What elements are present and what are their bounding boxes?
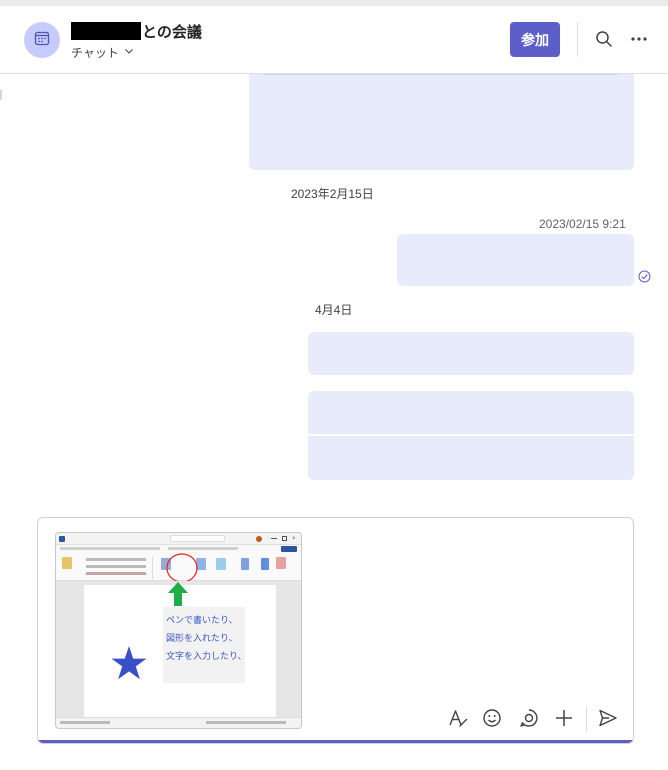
- chat-messages: 2023年2月15日 2023/02/15 9:21 4月4日: [0, 74, 668, 514]
- toolbar-divider: [586, 706, 587, 732]
- search-icon[interactable]: [593, 28, 615, 50]
- calendar-icon: [34, 30, 50, 51]
- meeting-avatar[interactable]: [24, 22, 60, 58]
- meeting-chat-header: との会議 チャット 参加: [0, 6, 668, 74]
- message-bubble[interactable]: [249, 74, 634, 170]
- read-receipt-icon: [638, 270, 651, 288]
- meeting-title-block: との会議 チャット: [71, 20, 202, 60]
- chat-tab-dropdown[interactable]: チャット: [71, 44, 202, 60]
- meeting-title: との会議: [142, 23, 202, 41]
- word-ribbon: [56, 553, 301, 583]
- send-icon[interactable]: [596, 706, 620, 730]
- date-separator: 2023年2月15日: [291, 187, 374, 201]
- message-bubble[interactable]: [308, 391, 634, 434]
- join-button[interactable]: 参加: [510, 22, 560, 57]
- callout-line: ペンで書いたり、: [166, 616, 238, 626]
- message-timestamp: 2023/02/15 9:21: [539, 217, 626, 231]
- composer-focus-bar: [38, 740, 633, 743]
- chat-tab-label: チャット: [71, 45, 119, 60]
- callout-line: 文字を入力したり、: [166, 652, 247, 662]
- date-separator: 4月4日: [315, 303, 353, 317]
- header-divider: [577, 22, 578, 57]
- callout-line: 図形を入れたり、: [166, 634, 238, 644]
- add-icon[interactable]: [552, 706, 576, 730]
- format-icon[interactable]: [446, 706, 470, 730]
- message-divider: [263, 74, 618, 75]
- emoji-icon[interactable]: [480, 706, 504, 730]
- more-icon[interactable]: [628, 28, 650, 50]
- redacted-name: [71, 22, 141, 40]
- chevron-down-icon: [119, 45, 134, 59]
- star-icon: [111, 646, 147, 680]
- green-arrow-icon: [168, 582, 188, 606]
- message-bubble[interactable]: [308, 436, 634, 480]
- word-title-bar: ×: [56, 533, 301, 545]
- loop-icon[interactable]: [517, 706, 541, 730]
- word-status-bar: [56, 717, 301, 728]
- message-composer[interactable]: × ペンで書いたり、 図形を入れたり、 文字を入力したり、: [37, 517, 634, 744]
- highlight-circle: [166, 553, 198, 583]
- message-bubble[interactable]: [397, 234, 634, 286]
- attached-screenshot[interactable]: × ペンで書いたり、 図形を入れたり、 文字を入力したり、: [55, 532, 302, 729]
- message-bubble[interactable]: [308, 332, 634, 375]
